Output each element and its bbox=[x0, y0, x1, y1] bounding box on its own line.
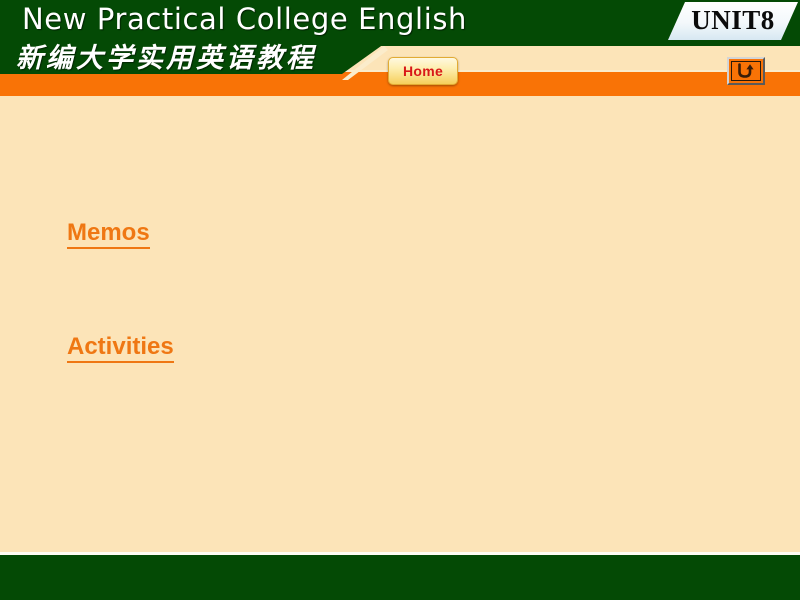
link-memos[interactable]: Memos bbox=[67, 219, 150, 250]
home-button[interactable]: Home bbox=[388, 57, 458, 85]
unit-badge: UNIT8 bbox=[668, 2, 798, 40]
presentation-slide: New Practical College English 新编大学实用英语教程… bbox=[0, 0, 800, 600]
return-arrow-icon bbox=[738, 63, 754, 78]
home-button-label: Home bbox=[402, 63, 444, 79]
slide-footer bbox=[0, 555, 800, 600]
slide-header: New Practical College English 新编大学实用英语教程… bbox=[0, 0, 800, 96]
course-title-english: New Practical College English bbox=[22, 2, 468, 36]
unit-badge-label: UNIT8 bbox=[691, 4, 775, 35]
link-activities[interactable]: Activities bbox=[67, 333, 174, 364]
return-button-frame bbox=[731, 61, 761, 81]
return-button[interactable] bbox=[727, 57, 765, 85]
slide-content: Memos Activities bbox=[0, 96, 800, 554]
course-title-chinese: 新编大学实用英语教程 bbox=[16, 43, 316, 74]
